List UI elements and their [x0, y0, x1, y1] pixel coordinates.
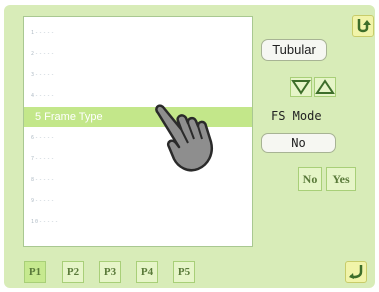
up-arrow-icon [315, 79, 335, 94]
tab-p1[interactable]: P1 [24, 261, 46, 283]
tab-p5[interactable]: P5 [173, 261, 195, 283]
list-item-2[interactable]: 2----- [24, 44, 252, 64]
up-button[interactable] [314, 77, 336, 97]
back-button[interactable] [352, 15, 374, 37]
hand-pointer-icon [155, 104, 213, 172]
no-button[interactable]: No [298, 167, 322, 191]
list-item-1[interactable]: 1----- [24, 23, 252, 43]
tab-p4[interactable]: P4 [136, 261, 158, 283]
list-item-10[interactable]: 10----- [24, 212, 252, 232]
settings-panel: 1----- 2----- 3----- 4----- 5 Frame Type… [4, 5, 375, 288]
frame-type-tubular-button[interactable]: Tubular [261, 39, 327, 61]
down-arrow-icon [291, 80, 311, 95]
return-arrow-icon [357, 19, 371, 33]
fs-mode-value[interactable]: No [261, 133, 336, 153]
parameter-list: 1----- 2----- 3----- 4----- 5 Frame Type… [23, 16, 253, 247]
down-button[interactable] [290, 77, 312, 97]
yes-button[interactable]: Yes [326, 167, 356, 191]
list-item-3[interactable]: 3----- [24, 65, 252, 85]
forward-button[interactable] [345, 261, 367, 283]
list-item-9[interactable]: 9----- [24, 191, 252, 211]
tab-p3[interactable]: P3 [99, 261, 121, 283]
fs-mode-label: FS Mode [271, 109, 322, 123]
tab-p2[interactable]: P2 [62, 261, 84, 283]
forward-arrow-icon [349, 265, 363, 279]
